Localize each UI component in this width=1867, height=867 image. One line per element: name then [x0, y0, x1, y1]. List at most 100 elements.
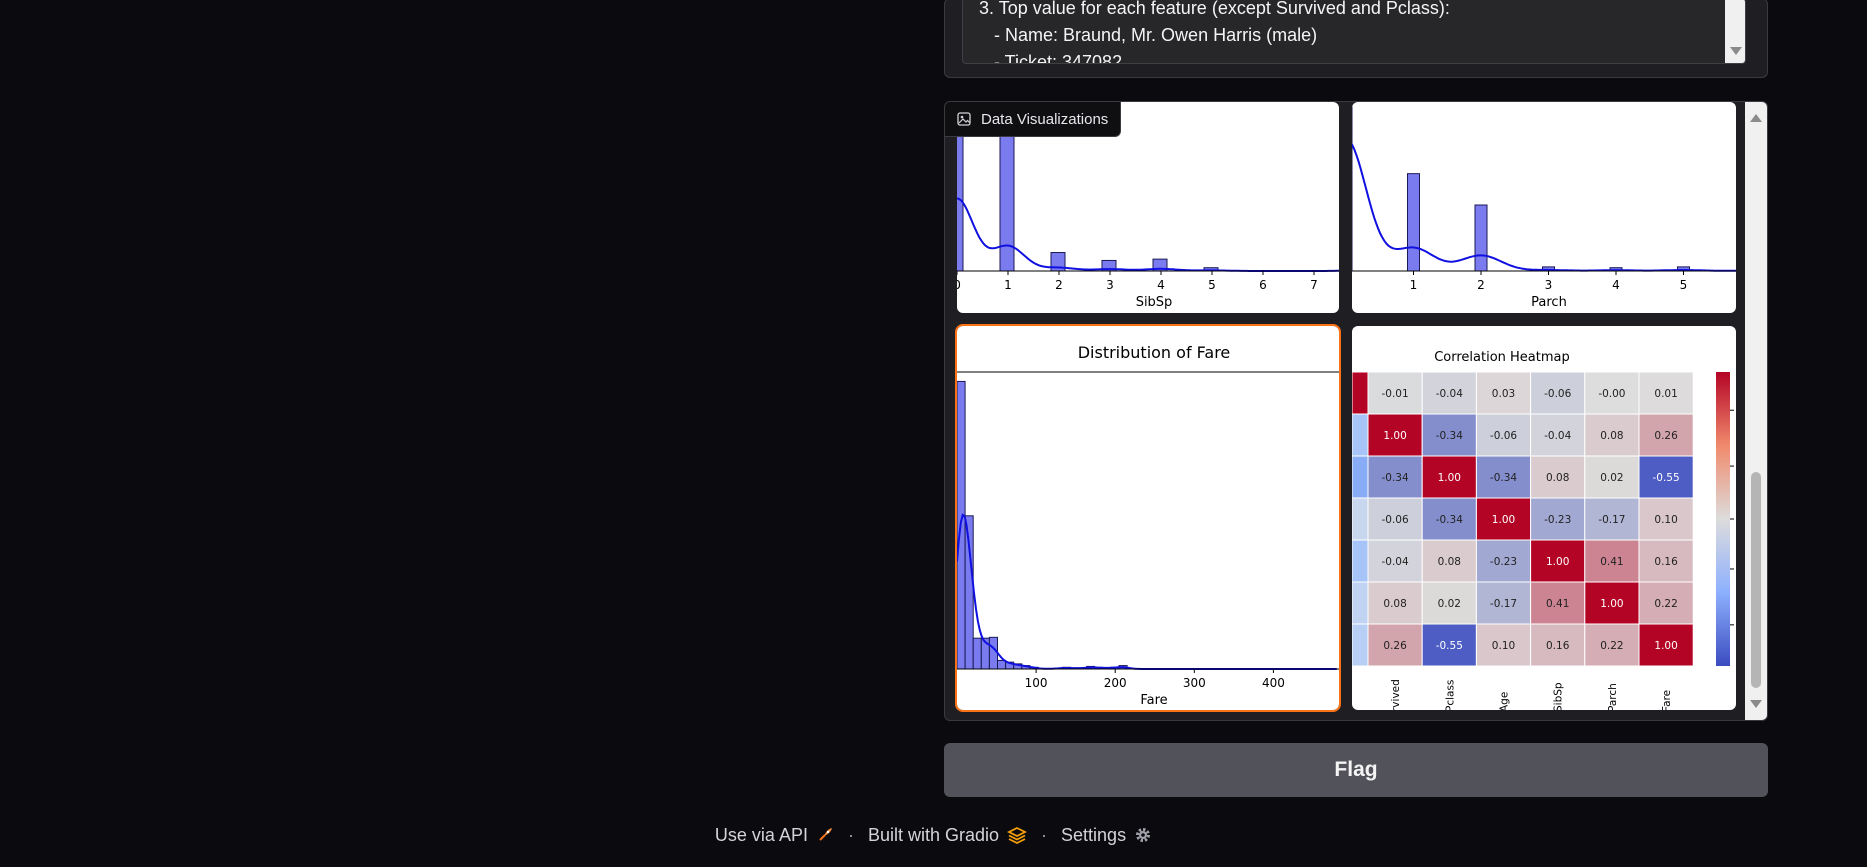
output-line-3: - Ticket: 347082 [979, 52, 1123, 64]
fare-chart-thumbnail[interactable]: Distribution of Fare1002003004005Fare [955, 324, 1341, 712]
histogram-bar [988, 636, 998, 670]
fare-histogram: Distribution of Fare1002003004005Fare [957, 343, 1339, 708]
chart-title: Distribution of Fare [1078, 343, 1231, 362]
correlation-heatmap: Correlation Heatmap -0.01 -0.04 0.03 -0.06 -0… [1352, 350, 1734, 710]
use-via-api-label: Use via API [714, 824, 808, 845]
built-with-gradio-link[interactable]: Built with Gradio [867, 824, 1028, 846]
built-with-gradio-label: Built with Gradio [867, 824, 1000, 845]
heatmap-cell-value: -0.04 [1382, 556, 1409, 568]
heatmap-cell-value: -0.17 [1490, 598, 1517, 610]
heatmap-cell-value: 1.00 [1654, 640, 1677, 652]
flag-button[interactable]: Flag [944, 743, 1768, 797]
x-axis-label: SibSp [1136, 295, 1173, 310]
heatmap-cell-value: 1.00 [1546, 556, 1569, 568]
heatmap-cell-value: 0.26 [1654, 430, 1678, 442]
x-tick-label: 200 [1104, 676, 1127, 690]
heatmap-thumbnail[interactable]: Correlation Heatmap -0.01 -0.04 0.03 -0.06 -0… [1352, 326, 1736, 710]
heatmap-x-tick-label: Parch [1607, 683, 1619, 710]
heatmap-cell-value: 0.02 [1600, 472, 1623, 484]
output-textbox[interactable]: 3. Top value for each feature (except Su… [962, 0, 1746, 64]
heatmap-cell-value: -0.34 [1490, 472, 1517, 484]
heatmap-cell-value: -0.01 [1382, 388, 1409, 400]
x-tick-label: 100 [1025, 676, 1048, 690]
heatmap-x-tick-label: SibSp [1553, 682, 1565, 710]
kde-line [957, 513, 1337, 670]
heatmap-cell-value: 0.01 [1654, 388, 1677, 400]
x-tick-label: 7 [1310, 278, 1318, 292]
textbox-scrollbar[interactable] [1725, 0, 1745, 63]
heatmap-cell-value: -0.55 [1653, 472, 1680, 484]
heatmap-cell-value: -0.06 [1382, 514, 1409, 526]
heatmap-x-tick-label: Fare [1661, 690, 1673, 710]
heatmap-cell-value: -0.06 [1544, 388, 1571, 400]
scroll-up-icon[interactable] [1750, 114, 1762, 122]
heatmap-cell-value: -0.06 [1490, 430, 1517, 442]
x-tick-label: 4 [1612, 278, 1620, 292]
settings-link[interactable]: Settings [1061, 825, 1152, 846]
heatmap-title: Correlation Heatmap [1434, 350, 1570, 365]
scroll-down-icon[interactable] [1730, 47, 1742, 55]
x-tick-label: 2 [1055, 278, 1063, 292]
histogram-bar [996, 659, 1007, 670]
heatmap-cell-value: -0.00 [1598, 388, 1625, 400]
heatmap-x-tick-label: Age [1499, 692, 1511, 710]
image-icon [957, 112, 971, 126]
histogram-bar [1407, 173, 1420, 272]
output-line-2: - Name: Braund, Mr. Owen Harris (male) [979, 25, 1318, 45]
parch-histogram: 1 2 3 4 5 Parch [1352, 102, 1736, 310]
heatmap-cell [1352, 455, 1369, 499]
footer: Use via API · Built with Gradio · Settin… [0, 822, 1867, 848]
settings-label: Settings [1061, 824, 1127, 845]
heatmap-cell [1352, 497, 1369, 541]
gradio-logo-icon [1007, 826, 1028, 844]
heatmap-cell-value: 0.16 [1546, 640, 1570, 652]
x-tick-label: 6 [1259, 278, 1267, 292]
gallery-label: Data Visualizations [945, 102, 1122, 137]
heatmap-cell-value: -0.34 [1436, 430, 1463, 442]
heatmap-cell [1352, 539, 1369, 583]
rocket-icon [819, 828, 832, 841]
heatmap-cell-value: 1.00 [1383, 430, 1406, 442]
x-tick-label: 0 [957, 278, 961, 292]
heatmap-cell-value: -0.23 [1490, 556, 1517, 568]
heatmap-cell-value: -0.34 [1436, 514, 1463, 526]
heatmap-cell-value: 0.08 [1600, 430, 1623, 442]
x-tick-label: 5 [1208, 278, 1216, 292]
histogram-bar [1474, 204, 1488, 272]
x-tick-label: 3 [1106, 278, 1114, 292]
heatmap-cell-value: -0.34 [1382, 472, 1409, 484]
heatmap-cell-value: -0.23 [1544, 514, 1571, 526]
visualization-gallery: Data Visualizations 0 1 2 3 4 5 6 7 SibSp 1 2 3 4 5 P… [944, 101, 1768, 721]
output-textbox-container: 3. Top value for each feature (except Su… [944, 0, 1768, 78]
gear-icon [1136, 828, 1151, 842]
footer-separator: · [1041, 824, 1048, 845]
heatmap-cell-value: 0.08 [1383, 598, 1406, 610]
footer-separator: · [847, 824, 854, 845]
x-tick-label: 1 [1410, 278, 1418, 292]
heatmap-cell-value: 1.00 [1600, 598, 1623, 610]
heatmap-cell-value: 0.41 [1546, 598, 1569, 610]
x-tick-label: 300 [1183, 676, 1206, 690]
scrollbar-thumb[interactable] [1751, 472, 1761, 688]
heatmap-cell-value: 0.08 [1438, 556, 1461, 568]
heatmap-cell-value: -0.17 [1598, 514, 1625, 526]
histogram-bar [972, 637, 982, 670]
x-tick-label: 2 [1477, 278, 1485, 292]
output-line-1: 3. Top value for each feature (except Su… [979, 0, 1450, 18]
heatmap-cell-value: 0.10 [1492, 640, 1515, 652]
histogram-bar [999, 132, 1015, 272]
x-tick-label: 5 [1680, 278, 1688, 292]
scroll-down-icon[interactable] [1750, 700, 1762, 708]
heatmap-cell-value: 0.41 [1600, 556, 1623, 568]
heatmap-cell-value: -0.55 [1436, 640, 1463, 652]
heatmap-cell [1352, 581, 1369, 625]
heatmap-cell-value: 0.03 [1492, 388, 1515, 400]
x-tick-label: 3 [1545, 278, 1553, 292]
gallery-scrollbar[interactable] [1745, 102, 1767, 720]
heatmap-cell-value: 0.22 [1600, 640, 1623, 652]
parch-chart-thumbnail[interactable]: 1 2 3 4 5 Parch [1352, 102, 1736, 313]
x-tick-label: 400 [1262, 676, 1285, 690]
heatmap-cell-value: -0.04 [1436, 388, 1463, 400]
heatmap-cell-value: 0.02 [1438, 598, 1461, 610]
use-via-api-link[interactable]: Use via API [715, 825, 834, 846]
